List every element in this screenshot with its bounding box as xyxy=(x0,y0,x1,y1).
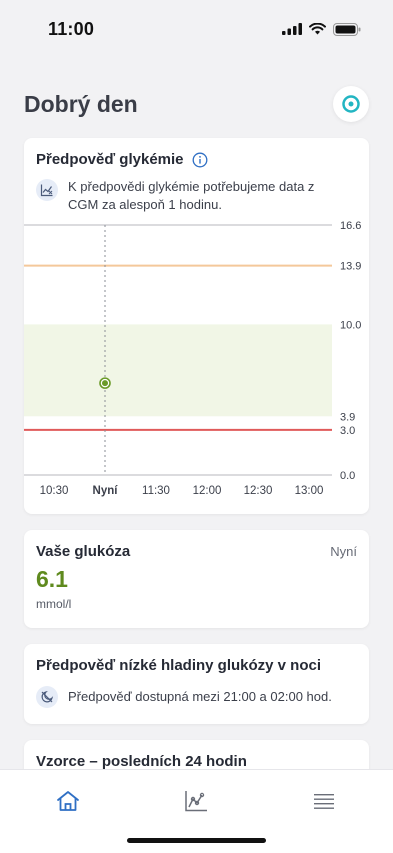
y-tick-label: 16.6 xyxy=(340,220,361,232)
menu-icon xyxy=(314,794,334,809)
page-title: Dobrý den xyxy=(24,90,138,117)
nocturnal-low-forecast-card[interactable]: Předpověď nízké hladiny glukózy v noci P… xyxy=(24,644,369,724)
x-tick-label: 11:30 xyxy=(142,485,170,497)
glucose-forecast-card[interactable]: Předpověď glykémie K předpovědi glykémie… xyxy=(24,138,369,514)
target-range-band xyxy=(24,324,332,417)
x-tick-label: 13:00 xyxy=(295,485,324,497)
glucose-forecast-chart: 16.6 13.9 10.0 3.9 3.0 0.0 10:30 Nyní 11:30 12:00… xyxy=(24,220,361,497)
tab-charts[interactable] xyxy=(182,788,210,814)
profile-button[interactable] xyxy=(333,86,369,122)
glucose-value: 6.1 xyxy=(36,566,68,592)
sensor-icon xyxy=(342,95,360,113)
forecast-title: Předpověď glykémie xyxy=(36,151,184,168)
home-icon xyxy=(57,791,79,811)
y-tick-label: 3.9 xyxy=(340,411,355,423)
forecast-note-text: K předpovědi glykémie potřebujeme data z… xyxy=(68,179,315,212)
glucose-unit: mmol/l xyxy=(36,597,72,611)
tab-menu[interactable] xyxy=(310,788,338,814)
chart-icon xyxy=(185,791,207,812)
y-tick-label: 3.0 xyxy=(340,425,355,437)
x-tick-label: 12:00 xyxy=(193,485,222,497)
glucose-point xyxy=(102,380,108,387)
low-forecast-note: Předpověď dostupná mezi 21:00 a 02:00 ho… xyxy=(36,685,332,708)
status-bar: 11:00 xyxy=(0,0,393,58)
status-icons xyxy=(282,22,361,36)
signal-icon xyxy=(282,23,302,35)
x-tick-label-now: Nyní xyxy=(93,485,119,497)
info-icon[interactable] xyxy=(192,152,208,168)
low-forecast-title: Předpověď nízké hladiny glukózy v noci xyxy=(36,657,322,674)
your-glucose-card[interactable]: Vaše glukóza Nyní 6.1 mmol/l xyxy=(24,530,369,628)
status-time: 11:00 xyxy=(48,18,95,39)
battery-icon xyxy=(333,22,361,36)
y-tick-label: 0.0 xyxy=(340,470,355,482)
y-tick-label: 10.0 xyxy=(340,319,361,331)
y-tick-label: 13.9 xyxy=(340,261,361,273)
glucose-title: Vaše glukóza xyxy=(36,543,131,560)
low-forecast-text: Předpověď dostupná mezi 21:00 a 02:00 ho… xyxy=(68,689,332,704)
forecast-header: Předpověď glykémie xyxy=(36,151,208,168)
forecast-note: K předpovědi glykémie potřebujeme data z… xyxy=(36,178,356,214)
trend-chart-icon xyxy=(36,179,58,201)
x-tick-label: 10:30 xyxy=(40,485,69,497)
glucose-time-label: Nyní xyxy=(330,544,357,559)
header: Dobrý den xyxy=(24,86,369,122)
moon-forecast-icon xyxy=(36,686,58,708)
patterns-title: Vzorce – posledních 24 hodin xyxy=(36,753,247,770)
wifi-icon xyxy=(309,23,326,35)
x-tick-label: 12:30 xyxy=(244,485,273,497)
home-indicator xyxy=(127,838,266,843)
tab-home[interactable] xyxy=(54,788,82,814)
